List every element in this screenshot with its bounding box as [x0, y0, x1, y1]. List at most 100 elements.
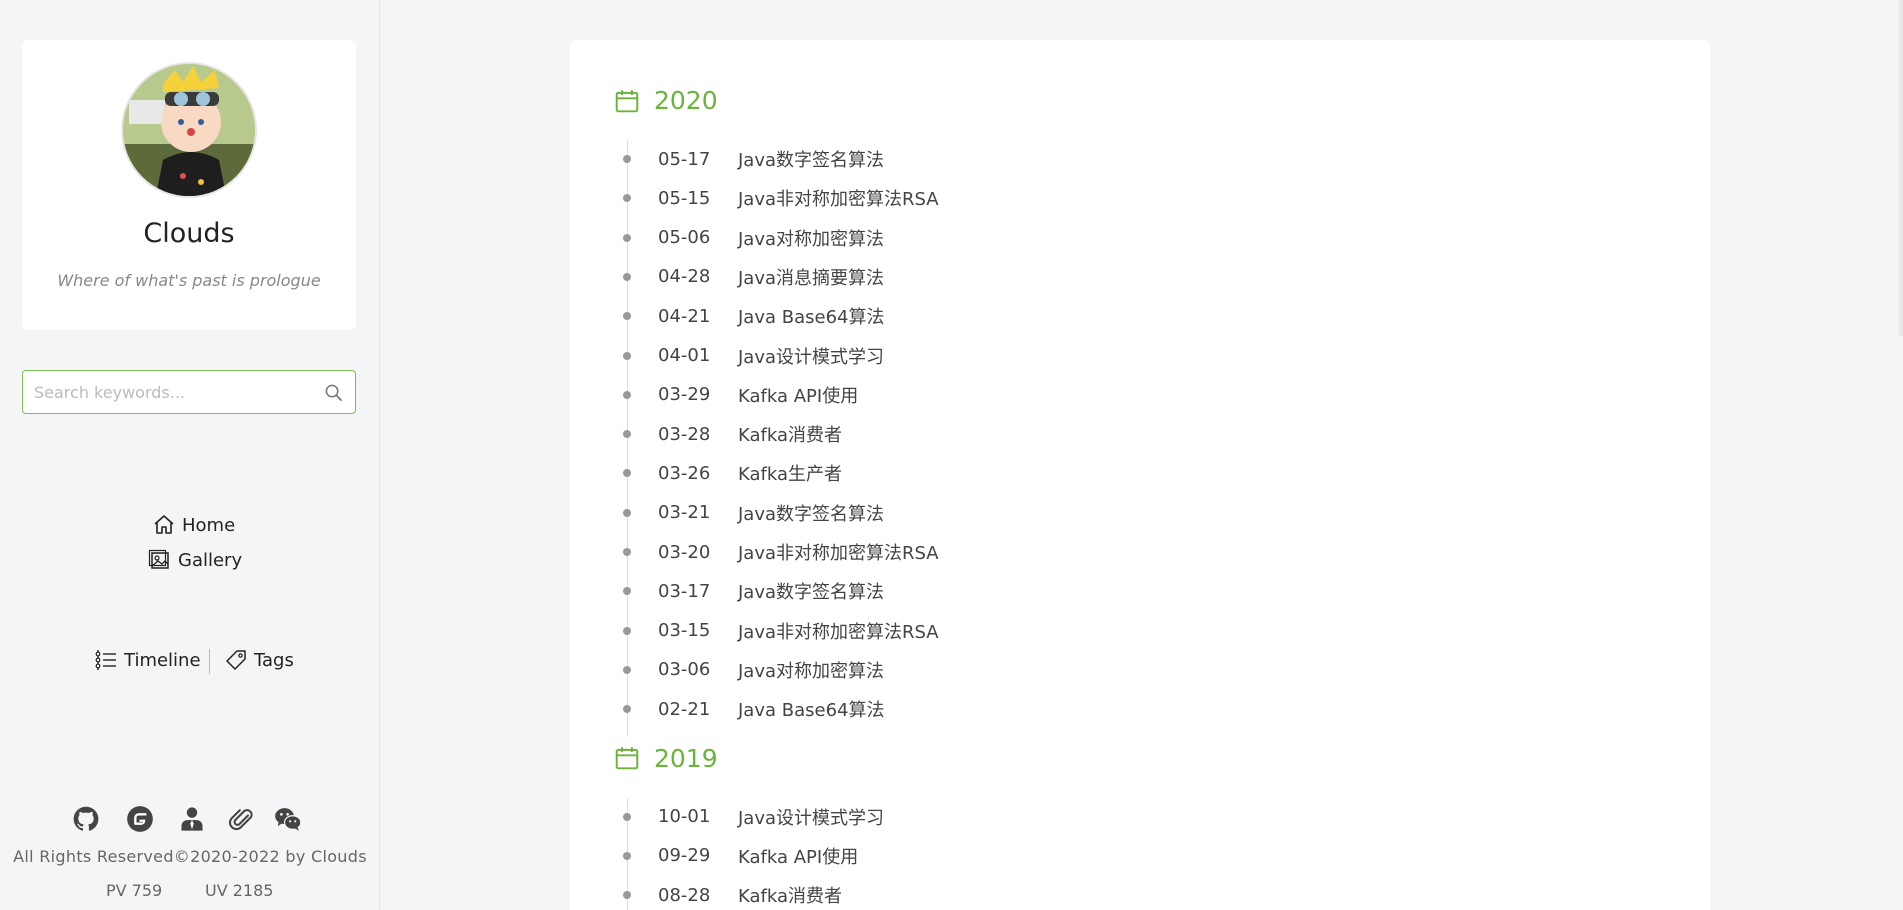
timeline-dot [623, 155, 631, 163]
timeline-post[interactable]: 04-01 Java设计模式学习 [623, 341, 884, 371]
post-date: 02-21 [658, 698, 711, 720]
post-date: 04-01 [658, 345, 711, 366]
timeline-post[interactable]: 02-21 Java Base64算法 [623, 694, 884, 724]
nav-tags[interactable]: Tags [224, 648, 294, 672]
wechat-icon [275, 808, 302, 831]
sidebar: Clouds Where of what's past is prologue … [0, 0, 380, 910]
github-link[interactable] [71, 804, 101, 834]
nav-gallery[interactable]: Gallery [148, 548, 242, 572]
post-title[interactable]: Java设计模式学习 [738, 804, 884, 830]
post-date: 03-28 [658, 423, 711, 445]
copyright-text: All Rights Reserved©2020-2022 by Clouds [13, 847, 367, 866]
post-title[interactable]: Java非对称加密算法RSA [738, 185, 939, 211]
calendar-icon [615, 89, 639, 112]
timeline-dot [623, 430, 631, 439]
timeline-dot [623, 891, 631, 900]
post-title[interactable]: Kafka API使用 [738, 382, 858, 408]
about-link[interactable] [177, 804, 207, 834]
post-title[interactable]: Kafka消费者 [738, 421, 842, 447]
timeline-dot [623, 233, 631, 242]
nav-divider [209, 649, 210, 674]
timeline-dot [623, 705, 631, 714]
timeline-post[interactable]: 03-17 Java数字签名算法 [623, 576, 884, 606]
timeline-dot [623, 351, 631, 360]
timeline-post[interactable]: 03-15 Java非对称加密算法RSA [623, 616, 939, 646]
user-icon [181, 807, 203, 831]
image-icon [148, 549, 169, 569]
post-date: 08-28 [658, 884, 711, 906]
post-title[interactable]: Java对称加密算法 [738, 657, 884, 683]
site-name: Clouds [143, 218, 235, 249]
home-icon [154, 515, 174, 534]
gitee-link[interactable] [125, 804, 155, 834]
nav-gallery-label: Gallery [178, 549, 243, 571]
timeline-icon [95, 650, 116, 670]
year-label: 2019 [654, 743, 718, 773]
wechat-link[interactable] [273, 804, 303, 834]
timeline-post[interactable]: 03-20 Java非对称加密算法RSA [623, 537, 939, 567]
post-date: 03-21 [658, 502, 711, 524]
post-date: 03-17 [658, 580, 711, 602]
search-input[interactable] [23, 371, 313, 413]
year-heading: 2019 [614, 744, 718, 773]
timeline-post[interactable]: 03-28 Kafka消费者 [623, 419, 842, 449]
github-icon [73, 806, 99, 831]
tag-icon [226, 650, 246, 670]
post-title[interactable]: Java数字签名算法 [738, 146, 884, 172]
post-title[interactable]: Java设计模式学习 [738, 343, 884, 369]
post-title[interactable]: Java数字签名算法 [738, 578, 884, 604]
post-date: 03-29 [658, 384, 711, 406]
timeline-post[interactable]: 08-28 Kafka消费者 [623, 880, 842, 910]
post-title[interactable]: Kafka生产者 [738, 460, 842, 486]
timeline-dot [623, 469, 631, 478]
timeline-post[interactable]: 04-21 Java Base64算法 [623, 301, 884, 331]
timeline-post[interactable]: 09-29 Kafka API使用 [623, 841, 858, 871]
post-title[interactable]: Kafka消费者 [738, 882, 842, 908]
search-icon[interactable] [324, 383, 343, 402]
nav-timeline-label: Timeline [124, 649, 201, 671]
post-title[interactable]: Kafka API使用 [738, 843, 858, 869]
timeline-post[interactable]: 10-01 Java设计模式学习 [623, 802, 884, 832]
uv-counter: UV 2185 [205, 881, 274, 900]
year-heading: 2020 [614, 86, 718, 115]
timeline-dot [623, 508, 631, 517]
scrollbar[interactable] [1899, 0, 1903, 336]
post-title[interactable]: Java对称加密算法 [738, 225, 884, 251]
gitee-icon [127, 806, 153, 832]
timeline-dot [623, 548, 631, 556]
timeline-dot [623, 272, 631, 281]
timeline-dot [623, 851, 631, 860]
timeline-post[interactable]: 04-28 Java消息摘要算法 [623, 262, 884, 292]
timeline-post[interactable]: 03-29 Kafka API使用 [623, 380, 858, 410]
timeline-dot [623, 587, 631, 596]
nav-home[interactable]: Home [152, 513, 235, 537]
post-title[interactable]: Java Base64算法 [738, 696, 884, 722]
post-title[interactable]: Java消息摘要算法 [738, 264, 884, 290]
link-link[interactable] [226, 804, 256, 834]
search-box [22, 370, 356, 414]
post-title[interactable]: Java非对称加密算法RSA [738, 539, 939, 565]
timeline-post[interactable]: 05-15 Java非对称加密算法RSA [623, 183, 939, 213]
timeline-dot [623, 626, 631, 635]
post-title[interactable]: Java Base64算法 [738, 303, 884, 329]
post-title[interactable]: Java非对称加密算法RSA [738, 618, 939, 644]
timeline-post[interactable]: 03-21 Java数字签名算法 [623, 498, 884, 528]
profile-card: Clouds Where of what's past is prologue [22, 40, 356, 330]
post-title[interactable]: Java数字签名算法 [738, 500, 884, 526]
post-date: 05-06 [658, 227, 711, 249]
post-date: 03-06 [658, 659, 711, 681]
timeline-dot [623, 665, 631, 674]
attachment-icon [229, 809, 253, 831]
timeline-post[interactable]: 05-06 Java对称加密算法 [623, 223, 884, 253]
timeline-post[interactable]: 03-06 Java对称加密算法 [623, 655, 884, 685]
pv-counter: PV 759 [106, 881, 163, 900]
nav-timeline[interactable]: Timeline [94, 648, 201, 672]
site-motto: Where of what's past is prologue [57, 271, 321, 290]
calendar-icon [615, 747, 639, 770]
avatar[interactable] [121, 62, 257, 198]
post-date: 03-26 [658, 462, 711, 484]
nav-home-label: Home [182, 514, 236, 536]
timeline-post[interactable]: 03-26 Kafka生产者 [623, 458, 842, 488]
post-date: 03-15 [658, 620, 711, 642]
timeline-post[interactable]: 05-17 Java数字签名算法 [623, 144, 884, 174]
